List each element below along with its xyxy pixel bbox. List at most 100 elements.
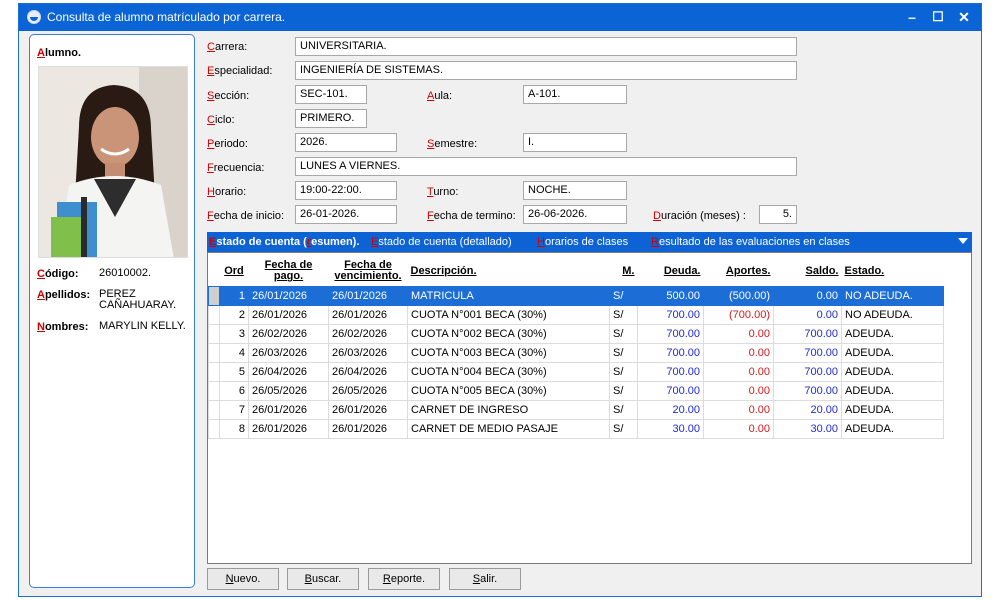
cell-ord: 2 — [219, 304, 249, 325]
cell-fecha-pago: 26/05/2026 — [248, 380, 329, 401]
cell-saldo: 700.00 — [773, 342, 842, 363]
cell-fecha-vencimiento: 26/01/2026 — [328, 418, 408, 439]
col-fecha-pago[interactable]: Fecha de pago. — [249, 257, 329, 286]
cell-aportes: (700.00) — [703, 304, 774, 325]
cell-fecha-pago: 26/03/2026 — [248, 342, 329, 363]
table-row[interactable]: 5 26/04/2026 26/04/2026 CUOTA N°004 BECA… — [208, 361, 944, 382]
col-descripcion[interactable]: Descripción. — [408, 257, 610, 286]
codigo-value: 26010002. — [99, 267, 151, 279]
estado-cuenta-grid[interactable]: Ord Fecha de pago. Fecha de vencimiento.… — [207, 252, 972, 564]
table-row[interactable]: 1 26/01/2026 26/01/2026 MATRICULA S/ 500… — [208, 285, 944, 306]
col-aportes[interactable]: Aportes. — [704, 257, 774, 286]
col-fecha-vencimiento[interactable]: Fecha de vencimiento. — [329, 257, 408, 286]
apellidos-label: Apellidos: — [37, 289, 91, 301]
tab-evaluaciones[interactable]: Resultado de las evaluaciones en clases — [651, 236, 850, 248]
cell-fecha-pago: 26/01/2026 — [248, 399, 329, 420]
cell-ord: 4 — [219, 342, 249, 363]
frecuencia-field[interactable]: LUNES A VIERNES. — [295, 157, 797, 176]
cell-descripcion: CUOTA N°001 BECA (30%) — [407, 304, 610, 325]
cell-descripcion: CARNET DE MEDIO PASAJE — [407, 418, 610, 439]
student-panel-title: Alumno. — [37, 47, 82, 59]
seccion-field[interactable]: SEC-101. — [295, 85, 367, 104]
table-row[interactable]: 4 26/03/2026 26/03/2026 CUOTA N°003 BECA… — [208, 342, 944, 363]
cell-saldo: 0.00 — [773, 285, 842, 306]
cell-fecha-vencimiento: 26/05/2026 — [328, 380, 408, 401]
row-marker[interactable] — [208, 418, 220, 439]
row-marker[interactable] — [208, 304, 220, 325]
cell-deuda: 700.00 — [637, 323, 704, 344]
cell-deuda: 700.00 — [637, 361, 704, 382]
cell-moneda: S/ — [609, 285, 638, 306]
cell-descripcion: CUOTA N°005 BECA (30%) — [407, 380, 610, 401]
cell-estado: ADEUDA. — [841, 418, 944, 439]
carrera-field[interactable]: UNIVERSITARIA. — [295, 37, 797, 56]
especialidad-field[interactable]: INGENIERÍA DE SISTEMAS. — [295, 61, 797, 80]
aula-field[interactable]: A-101. — [523, 85, 627, 104]
nombres-label: Nombres: — [37, 321, 89, 333]
row-marker[interactable] — [208, 285, 220, 306]
periodo-label: Periodo: — [207, 138, 248, 150]
fecha-termino-field[interactable]: 26-06-2026. — [523, 205, 627, 224]
seccion-label: Sección: — [207, 90, 250, 102]
cell-saldo: 20.00 — [773, 399, 842, 420]
cell-deuda: 500.00 — [637, 285, 704, 306]
cell-estado: NO ADEUDA. — [841, 304, 944, 325]
minimize-button[interactable]: – — [899, 7, 925, 27]
cell-estado: ADEUDA. — [841, 361, 944, 382]
table-row[interactable]: 8 26/01/2026 26/01/2026 CARNET DE MEDIO … — [208, 418, 944, 439]
col-estado[interactable]: Estado. — [842, 257, 944, 286]
tab-estado-detallado[interactable]: Estado de cuenta (detallado) — [371, 236, 512, 248]
cell-estado: ADEUDA. — [841, 380, 944, 401]
row-marker[interactable] — [208, 361, 220, 382]
fecha-inicio-field[interactable]: 26-01-2026. — [295, 205, 397, 224]
col-moneda[interactable]: M. — [610, 257, 638, 286]
cell-estado: ADEUDA. — [841, 342, 944, 363]
row-marker[interactable] — [208, 323, 220, 344]
tab-estado-resumen[interactable]: Estado de cuenta (resumen). — [209, 236, 359, 248]
cell-estado: ADEUDA. — [841, 323, 944, 344]
cell-saldo: 700.00 — [773, 323, 842, 344]
col-deuda[interactable]: Deuda. — [638, 257, 704, 286]
cell-estado: NO ADEUDA. — [841, 285, 944, 306]
duracion-label: Duración (meses) : — [653, 210, 746, 222]
turno-field[interactable]: NOCHE. — [523, 181, 627, 200]
semestre-label: Semestre: — [427, 138, 478, 150]
row-marker[interactable] — [208, 380, 220, 401]
semestre-field[interactable]: I. — [523, 133, 627, 152]
horario-field[interactable]: 19:00-22:00. — [295, 181, 397, 200]
ciclo-field[interactable]: PRIMERO. — [295, 109, 367, 128]
tab-dropdown-icon[interactable] — [958, 238, 968, 244]
table-header-row: Ord Fecha de pago. Fecha de vencimiento.… — [209, 257, 944, 286]
maximize-button[interactable]: ☐ — [925, 7, 951, 27]
nuevo-button[interactable]: Nuevo. — [207, 568, 279, 590]
col-saldo[interactable]: Saldo. — [774, 257, 842, 286]
apellidos-value: PEREZ CAÑAHUARAY. — [99, 288, 177, 311]
buscar-button[interactable]: Buscar. — [287, 568, 359, 590]
main-window: Consulta de alumno matrículado por carre… — [18, 3, 982, 597]
duracion-field[interactable]: 5. — [759, 205, 797, 224]
cell-moneda: S/ — [609, 304, 638, 325]
row-marker-header — [209, 257, 220, 286]
col-ord[interactable]: Ord — [220, 257, 249, 286]
row-marker[interactable] — [208, 342, 220, 363]
aula-label: Aula: — [427, 90, 453, 102]
cell-moneda: S/ — [609, 380, 638, 401]
cell-fecha-vencimiento: 26/01/2026 — [328, 285, 408, 306]
close-button[interactable]: ✕ — [951, 7, 977, 27]
table-row[interactable]: 3 26/02/2026 26/02/2026 CUOTA N°002 BECA… — [208, 323, 944, 344]
table-row[interactable]: 6 26/05/2026 26/05/2026 CUOTA N°005 BECA… — [208, 380, 944, 401]
estado-cuenta-table: Ord Fecha de pago. Fecha de vencimiento.… — [208, 257, 944, 439]
reporte-button[interactable]: Reporte. — [368, 568, 440, 590]
cell-ord: 8 — [219, 418, 249, 439]
table-row[interactable]: 2 26/01/2026 26/01/2026 CUOTA N°001 BECA… — [208, 304, 944, 325]
table-row[interactable]: 7 26/01/2026 26/01/2026 CARNET DE INGRES… — [208, 399, 944, 420]
periodo-field[interactable]: 2026. — [295, 133, 397, 152]
tab-strip: Estado de cuenta (resumen). Estado de cu… — [207, 232, 972, 252]
tab-horarios[interactable]: Horarios de clases — [537, 236, 628, 248]
row-marker[interactable] — [208, 399, 220, 420]
cell-deuda: 20.00 — [637, 399, 704, 420]
salir-button[interactable]: Salir. — [449, 568, 521, 590]
cell-aportes: 0.00 — [703, 418, 774, 439]
cell-fecha-vencimiento: 26/02/2026 — [328, 323, 408, 344]
title-bar[interactable]: Consulta de alumno matrículado por carre… — [19, 4, 981, 31]
